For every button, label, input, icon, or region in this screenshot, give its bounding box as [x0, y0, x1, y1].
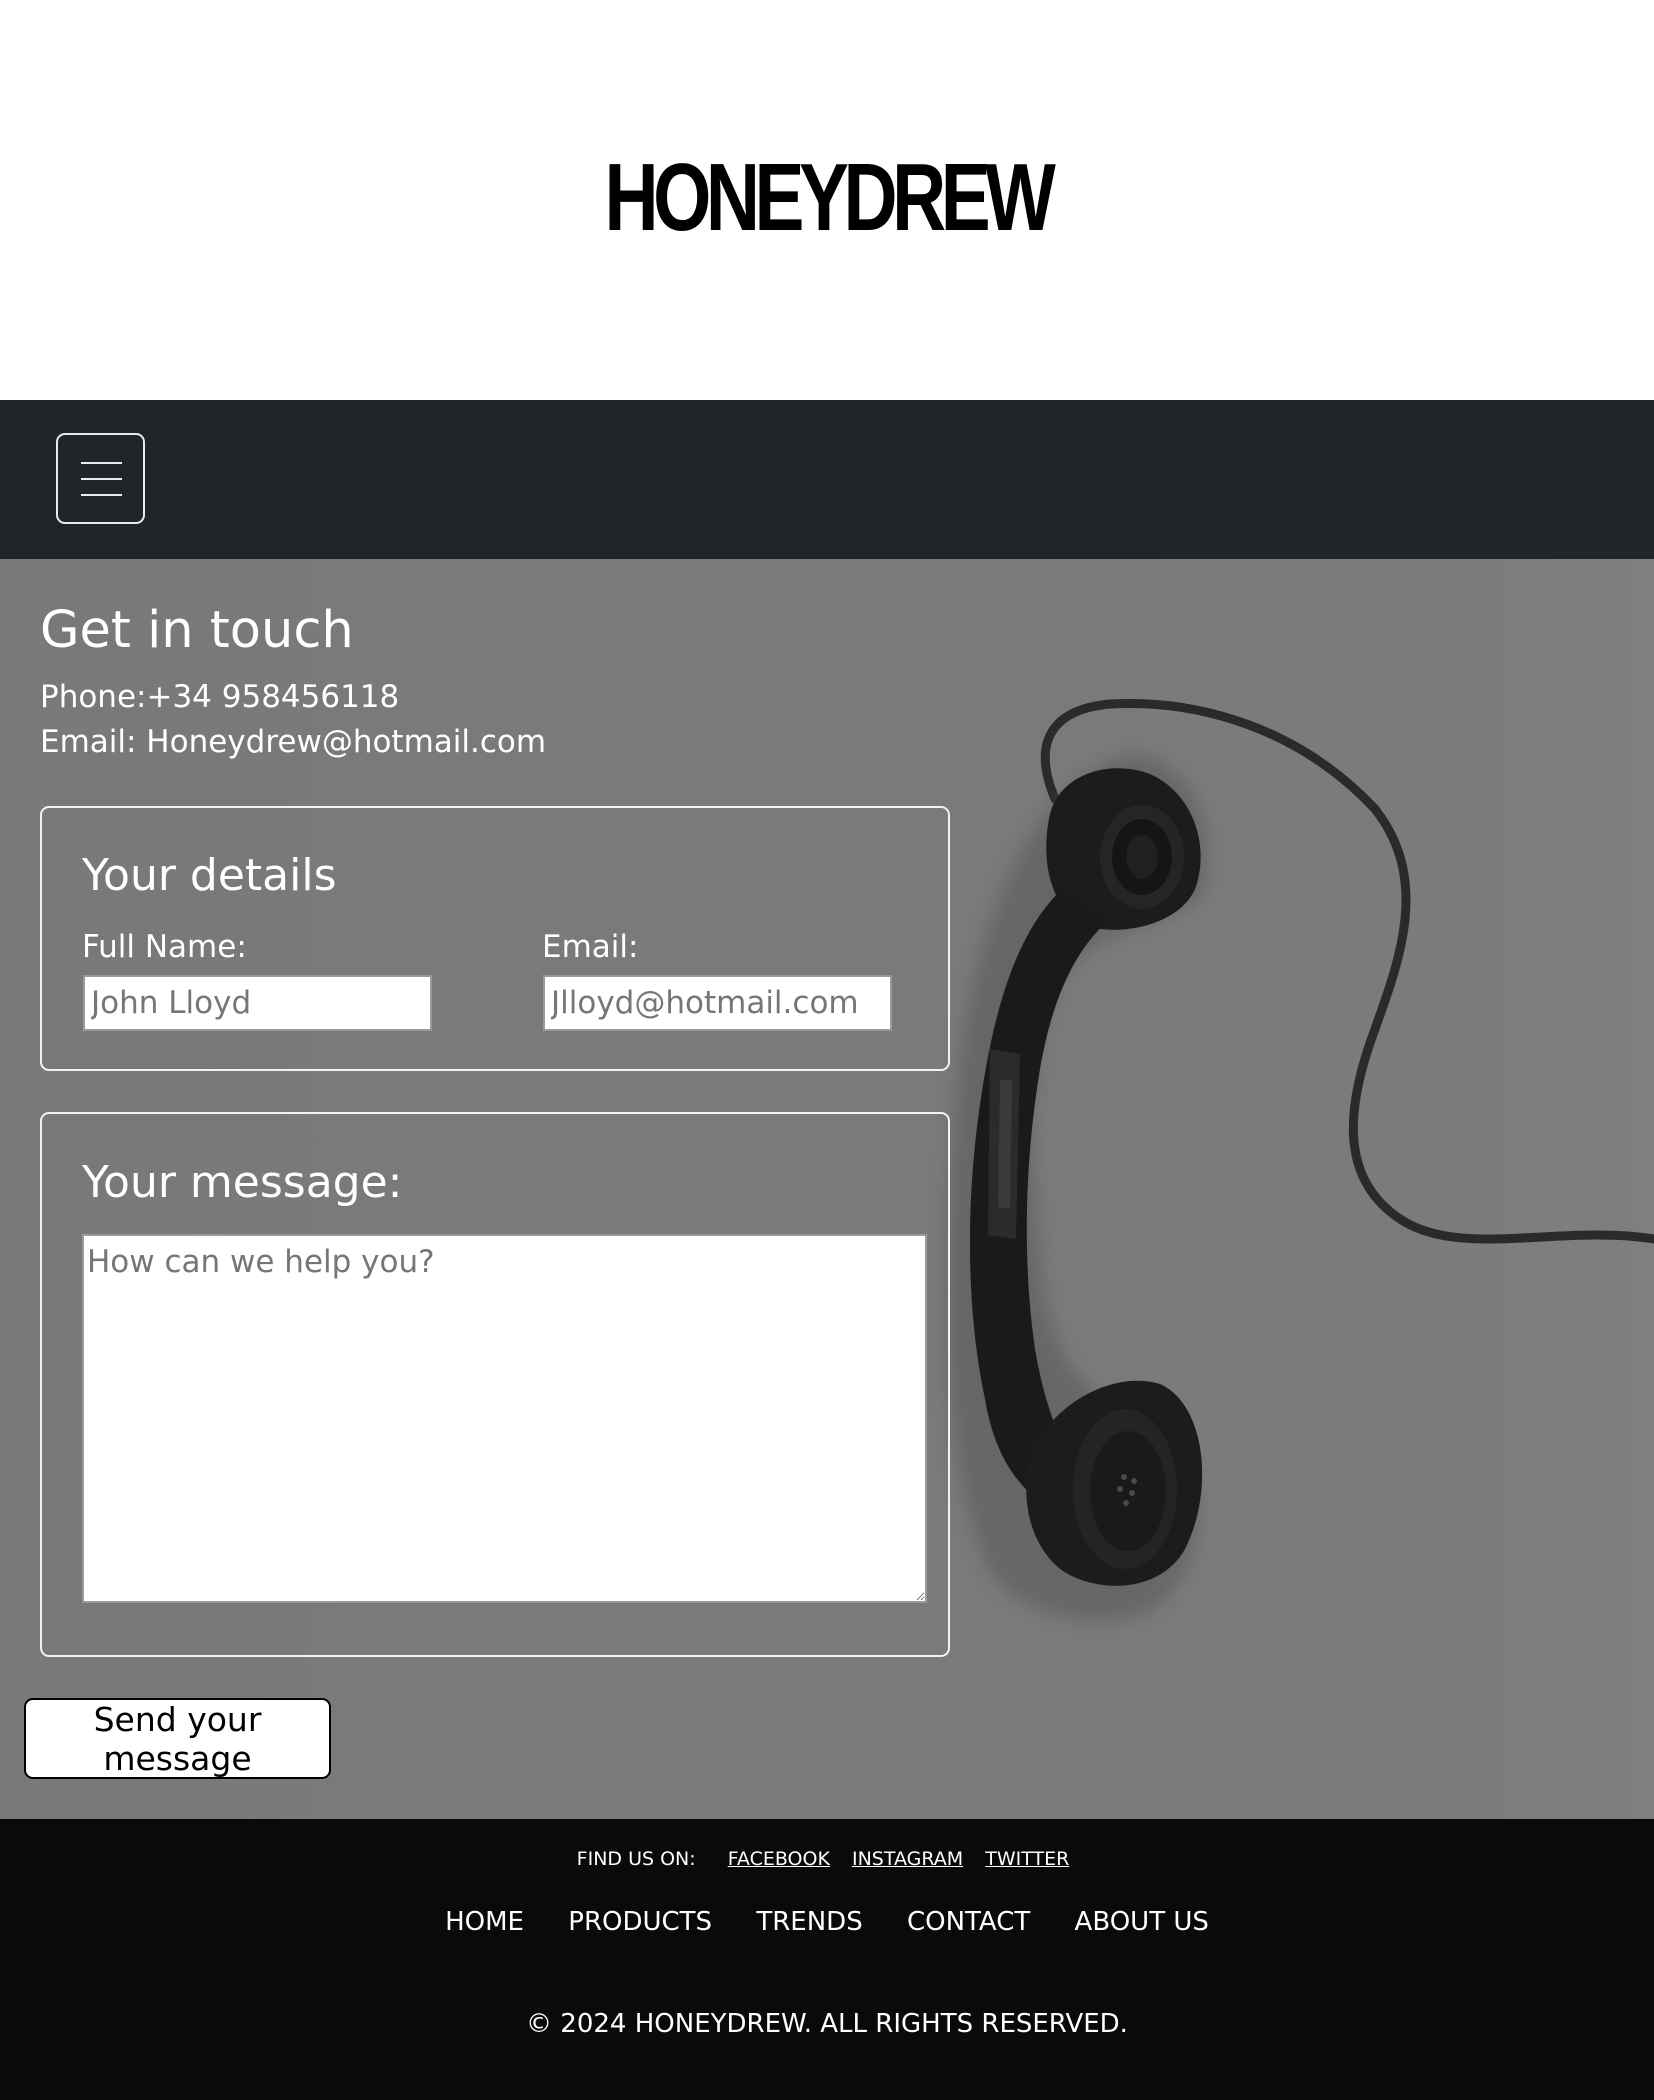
full-name-label: Full Name:: [82, 929, 247, 965]
navbar: [0, 400, 1654, 559]
footer-link-about-us[interactable]: ABOUT US: [1075, 1907, 1209, 1937]
details-fieldset: Your details Full Name: Email:: [40, 806, 950, 1071]
site-header: HONEYDREW: [0, 0, 1654, 400]
menu-toggle-button[interactable]: [56, 433, 145, 524]
email-input[interactable]: [543, 975, 892, 1031]
instagram-link[interactable]: INSTAGRAM: [852, 1848, 963, 1870]
twitter-link[interactable]: TWITTER: [985, 1848, 1069, 1870]
site-footer: FIND US ON: FACEBOOK INSTAGRAM TWITTER H…: [0, 1819, 1654, 2100]
message-fieldset: Your message:: [40, 1112, 950, 1657]
contact-phone: Phone:+34 958456118: [40, 679, 400, 715]
page-title: Get in touch: [40, 601, 354, 660]
facebook-link[interactable]: FACEBOOK: [728, 1848, 830, 1870]
details-legend: Your details: [82, 850, 337, 901]
hamburger-bar: [81, 462, 122, 464]
footer-link-trends[interactable]: TRENDS: [756, 1907, 862, 1937]
message-legend: Your message:: [82, 1157, 403, 1208]
copyright-text: © 2024 HONEYDREW. ALL RIGHTS RESERVED.: [526, 2009, 1128, 2039]
hamburger-bar: [81, 494, 122, 496]
contact-section: Get in touch Phone:+34 958456118 Email: …: [0, 559, 1654, 1819]
hamburger-bar: [81, 478, 122, 480]
message-textarea[interactable]: [82, 1234, 927, 1603]
site-logo[interactable]: HONEYDREW: [182, 150, 1472, 246]
footer-nav: HOME PRODUCTS TRENDS CONTACT ABOUT US: [0, 1905, 1654, 1939]
email-label: Email:: [542, 929, 639, 965]
footer-link-contact[interactable]: CONTACT: [907, 1907, 1030, 1937]
send-message-button[interactable]: Send your message: [24, 1698, 331, 1779]
footer-link-products[interactable]: PRODUCTS: [568, 1907, 712, 1937]
social-links: FIND US ON: FACEBOOK INSTAGRAM TWITTER: [0, 1847, 1654, 1871]
find-us-label: FIND US ON:: [576, 1848, 696, 1870]
footer-link-home[interactable]: HOME: [445, 1907, 524, 1937]
full-name-input[interactable]: [83, 975, 432, 1031]
contact-email: Email: Honeydrew@hotmail.com: [40, 724, 547, 760]
